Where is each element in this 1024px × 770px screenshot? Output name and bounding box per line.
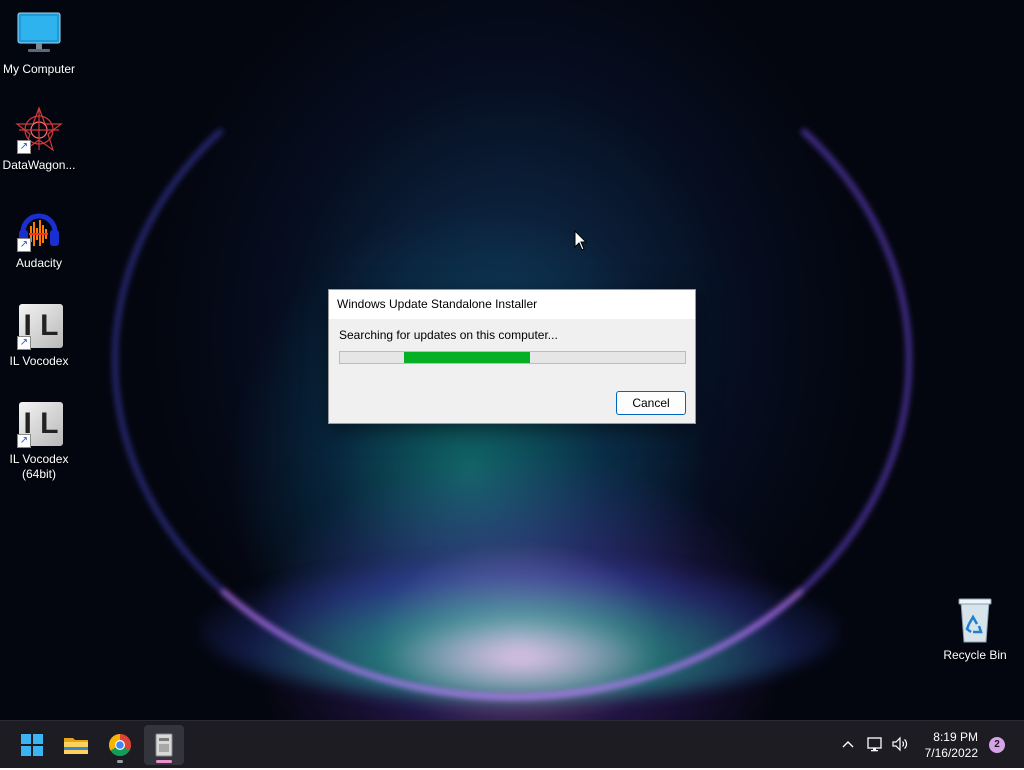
- desktop-icon-audacity[interactable]: ↗ Audacity: [0, 204, 79, 271]
- taskbar-chrome[interactable]: [100, 725, 140, 765]
- datawagon-icon: ↗: [15, 106, 63, 154]
- clock-date: 7/16/2022: [924, 746, 978, 760]
- desktop-icon-label: IL Vocodex: [9, 354, 69, 368]
- clock-time: 8:19 PM: [933, 730, 978, 744]
- start-button[interactable]: [12, 725, 52, 765]
- chevron-up-icon[interactable]: [837, 733, 859, 755]
- desktop-icon-datawagon[interactable]: ↗ DataWagon...: [0, 106, 79, 173]
- desktop-icon-my-computer[interactable]: My Computer: [0, 10, 79, 77]
- taskbar-installer[interactable]: [144, 725, 184, 765]
- cancel-button[interactable]: Cancel: [616, 391, 686, 415]
- notification-badge[interactable]: 2: [989, 737, 1005, 753]
- desktop-icon-label: Recycle Bin: [943, 648, 1007, 662]
- installer-dialog: Windows Update Standalone Installer Sear…: [328, 289, 696, 424]
- taskbar-file-explorer[interactable]: [56, 725, 96, 765]
- shortcut-arrow-icon: ↗: [17, 140, 31, 154]
- shortcut-arrow-icon: ↗: [17, 336, 31, 350]
- progress-bar: [339, 351, 686, 364]
- desktop-icon-label: My Computer: [2, 62, 76, 76]
- network-icon[interactable]: [864, 733, 886, 755]
- taskbar: 8:19 PM 7/16/2022 2: [0, 720, 1024, 768]
- il-vocodex-icon: I L ↗: [15, 302, 63, 350]
- shortcut-arrow-icon: ↗: [17, 434, 31, 448]
- mouse-cursor-icon: [574, 229, 588, 257]
- recycle-bin-icon: [951, 596, 999, 644]
- desktop-icon-label: DataWagon...: [2, 158, 76, 172]
- shortcut-arrow-icon: ↗: [17, 238, 31, 252]
- clock[interactable]: 8:19 PM 7/16/2022: [925, 729, 978, 761]
- start-icon: [21, 734, 43, 756]
- progress-bar-fill: [403, 352, 530, 363]
- dialog-message: Searching for updates on this computer..…: [339, 328, 558, 342]
- active-indicator: [156, 760, 172, 763]
- volume-icon[interactable]: [889, 733, 911, 755]
- dialog-title[interactable]: Windows Update Standalone Installer: [329, 290, 695, 319]
- il-vocodex-icon: I L ↗: [15, 400, 63, 448]
- audacity-icon: ↗: [15, 204, 63, 252]
- installer-icon: [155, 733, 173, 757]
- desktop-icon-label: Audacity: [15, 256, 63, 270]
- chrome-icon: [109, 734, 131, 756]
- desktop-icon-il-vocodex[interactable]: I L ↗ IL Vocodex: [0, 302, 79, 369]
- desktop-icon-il-vocodex-64bit[interactable]: I L ↗ IL Vocodex (64bit): [0, 400, 79, 482]
- desktop-icon-recycle-bin[interactable]: Recycle Bin: [935, 596, 1015, 663]
- monitor-icon: [15, 10, 63, 58]
- file-explorer-icon: [64, 738, 88, 754]
- running-indicator: [117, 760, 123, 763]
- desktop-icon-label: IL Vocodex (64bit): [9, 452, 69, 481]
